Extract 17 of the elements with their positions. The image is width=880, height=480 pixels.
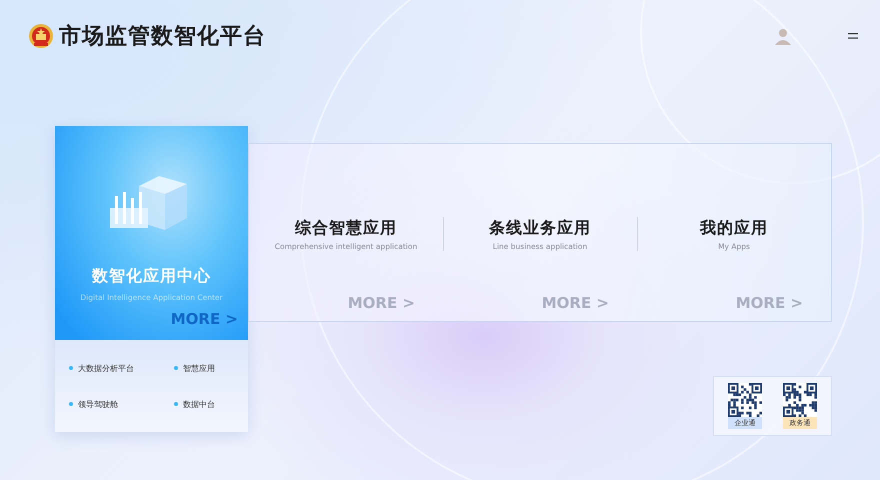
app-link[interactable]: 智慧应用 [183, 362, 215, 374]
platform-title: 市场监管数智化平台 [59, 22, 266, 51]
menu-icon[interactable] [848, 33, 858, 39]
app-category-title[interactable]: 综合智慧应用 [295, 218, 397, 239]
app-category-title[interactable]: 我的应用 [700, 218, 768, 239]
center-title: 数智化应用中心 [92, 266, 211, 287]
app-category-title[interactable]: 条线业务应用 [489, 218, 591, 239]
bullet-dot-icon [174, 402, 178, 406]
emblem-icon [28, 23, 54, 49]
bullet-dot-icon [69, 366, 73, 370]
app-link[interactable]: 大数据分析平台 [78, 362, 134, 374]
bullet-dot-icon [69, 402, 73, 406]
app-link[interactable]: 领导驾驶舱 [78, 398, 118, 410]
qr-code-icon [783, 383, 817, 417]
qr-code-icon [728, 383, 762, 417]
app-link[interactable]: 数据中台 [183, 398, 215, 410]
bullet-dot-icon [174, 366, 178, 370]
